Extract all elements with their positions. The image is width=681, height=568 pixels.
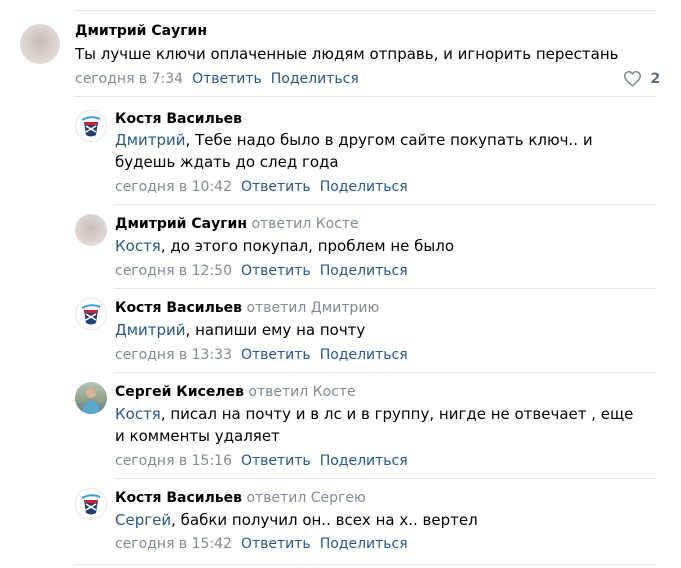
comment-header: Сергей Киселев ответил Косте [115,383,356,401]
heart-icon [624,71,641,87]
avatar[interactable] [20,24,60,64]
comment-text: Сергей, бабки получил он.. всех на х.. в… [115,509,643,531]
comment-header: Дмитрий Саугин [75,22,207,40]
reply-to-label[interactable]: ответил Сергею [246,490,365,506]
reply-button[interactable]: Ответить [241,536,311,552]
author-name[interactable]: Дмитрий Саугин [75,23,207,39]
comment-body: , напиши ему на почту [185,321,366,339]
mention-link[interactable]: Костя [115,405,161,423]
share-button[interactable]: Поделиться [320,536,408,552]
comment: Сергей Киселев ответил Косте Костя, писа… [0,372,681,480]
avatar[interactable] [75,214,107,246]
author-name[interactable]: Сергей Киселев [115,384,244,400]
author-name[interactable]: Дмитрий Саугин [115,216,247,232]
comment-meta: сегодня в 15:16 Ответить Поделиться [115,452,408,470]
timestamp[interactable]: сегодня в 15:16 [115,453,232,469]
author-name[interactable]: Костя Васильев [115,490,242,506]
reply-to-label[interactable]: ответил Дмитрию [246,300,379,316]
reply-button[interactable]: Ответить [241,263,311,279]
reply-button[interactable]: Ответить [241,453,311,469]
comment: Костя Васильев Дмитрий, Тебе надо было в… [0,96,681,204]
zenit-logo-icon [81,304,101,325]
reply-button[interactable]: Ответить [241,179,311,195]
avatar[interactable] [75,298,107,330]
comment-header: Костя Васильев ответил Дмитрию [115,299,379,317]
person-photo-icon [82,388,100,414]
reply-to-label[interactable]: ответил Косте [251,216,358,232]
comment: Дмитрий Саугин Ты лучше ключи оплаченные… [0,0,681,96]
share-button[interactable]: Поделиться [320,263,408,279]
timestamp[interactable]: сегодня в 7:34 [75,71,183,87]
share-button[interactable]: Поделиться [320,179,408,195]
comment-meta: сегодня в 12:50 Ответить Поделиться [115,262,408,280]
mention-link[interactable]: Дмитрий [115,321,186,339]
comment-body: Ты лучше ключи оплаченные людям отправь,… [75,45,619,63]
comment-header: Костя Васильев [115,110,242,128]
comment: Костя Васильев ответил Сергею Сергей, ба… [0,478,681,562]
comment-meta: сегодня в 13:33 Ответить Поделиться [115,346,408,364]
like-count: 2 [650,71,661,87]
comment-body: , бабки получил он.. всех на х.. вертел [171,511,478,529]
comment-meta: сегодня в 15:42 Ответить Поделиться [115,535,408,553]
avatar[interactable] [75,488,107,520]
comment-body: , писал на почту и в лс и в группу, нигд… [115,405,634,445]
comment-text: Дмитрий, Тебе надо было в другом сайте п… [115,129,643,173]
zenit-logo-icon [81,494,101,515]
comment-text: Костя, писал на почту и в лс и в группу,… [115,403,643,447]
comment-meta: сегодня в 7:34 Ответить Поделиться [75,70,359,88]
comment-text: Ты лучше ключи оплаченные людям отправь,… [75,43,645,65]
reply-to-label[interactable]: ответил Косте [248,384,355,400]
timestamp[interactable]: сегодня в 13:33 [115,347,232,363]
comment-text: Дмитрий, напиши ему на почту [115,319,643,341]
comment-meta: сегодня в 10:42 Ответить Поделиться [115,178,408,196]
comment-text: Костя, до этого покупал, проблем не было [115,235,643,257]
comment-header: Дмитрий Саугин ответил Косте [115,215,359,233]
comment: Костя Васильев ответил Дмитрию Дмитрий, … [0,288,681,372]
comment-thread: Дмитрий Саугин Ты лучше ключи оплаченные… [0,0,681,568]
share-button[interactable]: Поделиться [320,453,408,469]
avatar[interactable] [75,110,107,142]
mention-link[interactable]: Дмитрий [115,131,186,149]
zenit-logo-icon [81,116,101,137]
timestamp[interactable]: сегодня в 12:50 [115,263,232,279]
comment-body: , Тебе надо было в другом сайте покупать… [115,131,593,171]
comment-body: , до этого покупал, проблем не было [160,237,455,255]
share-button[interactable]: Поделиться [320,347,408,363]
reply-button[interactable]: Ответить [241,347,311,363]
avatar[interactable] [75,382,107,414]
timestamp[interactable]: сегодня в 10:42 [115,179,232,195]
comment-header: Костя Васильев ответил Сергею [115,489,366,507]
mention-link[interactable]: Сергей [115,511,171,529]
reply-button[interactable]: Ответить [192,71,262,87]
mention-link[interactable]: Костя [115,237,161,255]
author-name[interactable]: Костя Васильев [115,300,242,316]
share-button[interactable]: Поделиться [271,71,359,87]
timestamp[interactable]: сегодня в 15:42 [115,536,232,552]
comment: Дмитрий Саугин ответил Косте Костя, до э… [0,204,681,288]
divider [74,564,656,565]
like-button[interactable]: 2 [623,70,660,88]
author-name[interactable]: Костя Васильев [115,111,242,127]
